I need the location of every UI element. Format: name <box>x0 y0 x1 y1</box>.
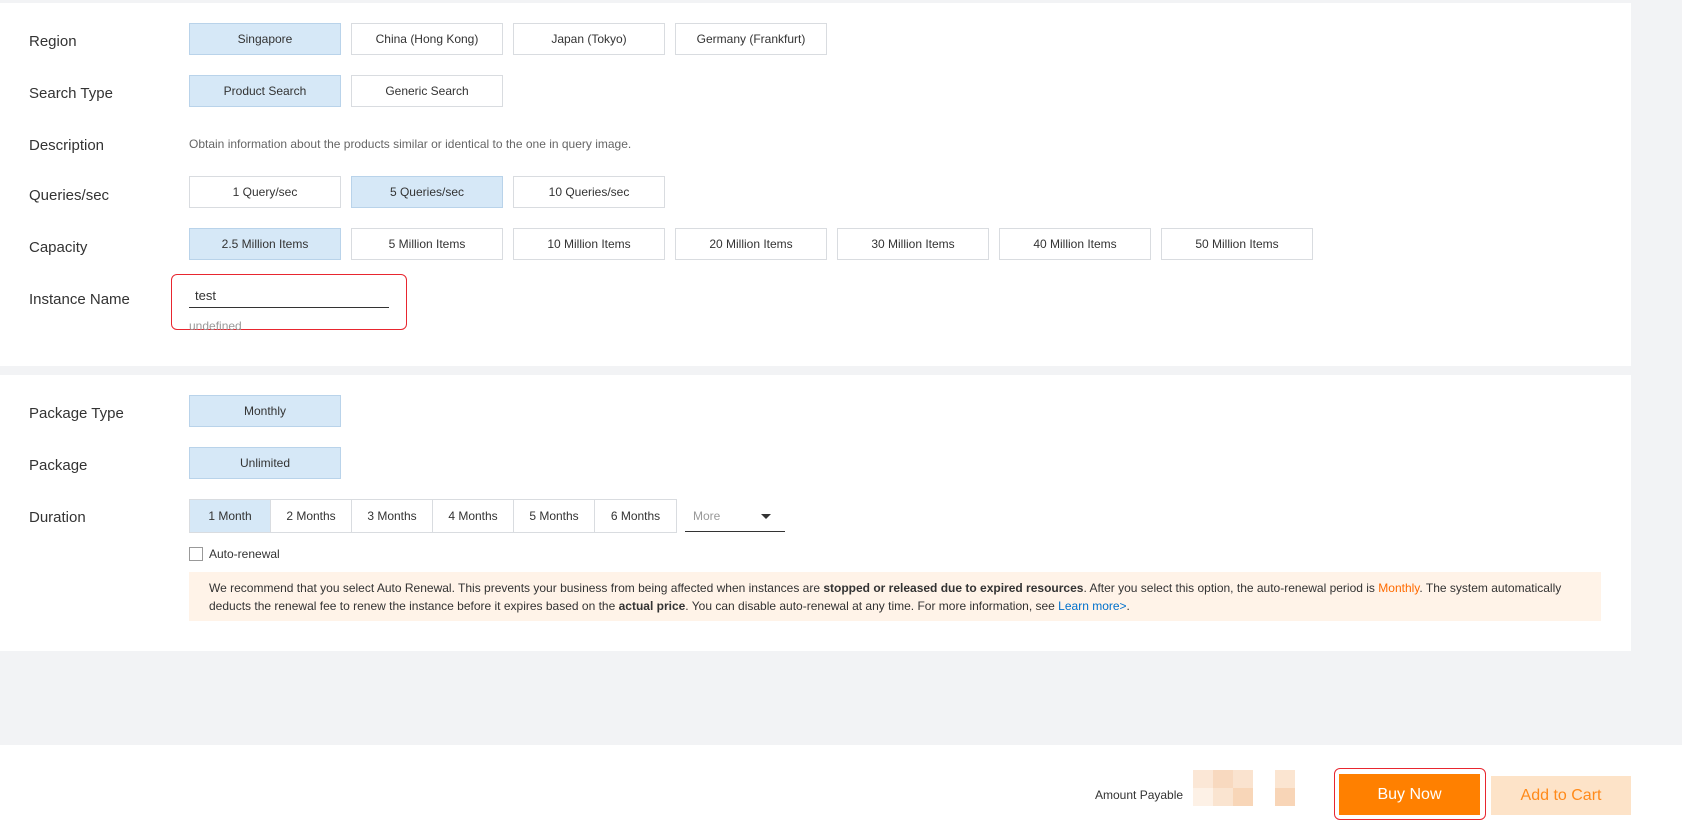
qps-option-5[interactable]: 5 Queries/sec <box>351 176 503 208</box>
region-option-tokyo[interactable]: Japan (Tokyo) <box>513 23 665 55</box>
package-unlimited[interactable]: Unlimited <box>189 447 341 479</box>
duration-2-months[interactable]: 2 Months <box>271 500 352 532</box>
region-option-frankfurt[interactable]: Germany (Frankfurt) <box>675 23 827 55</box>
duration-more-select[interactable]: More <box>685 500 785 532</box>
caret-down-icon <box>761 514 771 519</box>
duration-4-months[interactable]: 4 Months <box>433 500 514 532</box>
package-type-monthly[interactable]: Monthly <box>189 395 341 427</box>
description-text: Obtain information about the products si… <box>189 137 632 151</box>
package-label: Package <box>29 457 88 474</box>
more-select-placeholder: More <box>693 508 721 523</box>
instance-name-label: Instance Name <box>29 291 130 308</box>
instance-name-input[interactable] <box>189 284 389 308</box>
notice-text-4: . You can disable auto-renewal at any ti… <box>685 599 1059 613</box>
duration-1-month[interactable]: 1 Month <box>190 500 271 532</box>
search-type-label: Search Type <box>29 85 113 102</box>
add-to-cart-button[interactable]: Add to Cart <box>1491 776 1631 815</box>
region-option-hong-kong[interactable]: China (Hong Kong) <box>351 23 503 55</box>
notice-text-1: We recommend that you select Auto Renewa… <box>209 581 824 595</box>
qps-option-10[interactable]: 10 Queries/sec <box>513 176 665 208</box>
capacity-label: Capacity <box>29 239 88 256</box>
duration-3-months[interactable]: 3 Months <box>352 500 433 532</box>
region-label: Region <box>29 33 77 50</box>
duration-5-months[interactable]: 5 Months <box>514 500 595 532</box>
auto-renewal-row: Auto-renewal <box>189 547 280 561</box>
auto-renewal-checkbox[interactable] <box>189 547 203 561</box>
search-type-product[interactable]: Product Search <box>189 75 341 107</box>
notice-text-2: . After you select this option, the auto… <box>1083 581 1379 595</box>
capacity-option-10m[interactable]: 10 Million Items <box>513 228 665 260</box>
notice-bold-1: stopped or released due to expired resou… <box>823 581 1084 595</box>
package-type-label: Package Type <box>29 405 124 422</box>
qps-label: Queries/sec <box>29 187 110 204</box>
region-option-singapore[interactable]: Singapore <box>189 23 341 55</box>
amount-payable-value <box>1193 770 1297 806</box>
capacity-option-30m[interactable]: 30 Million Items <box>837 228 989 260</box>
description-label: Description <box>29 137 105 154</box>
notice-period: Monthly <box>1378 581 1420 595</box>
capacity-option-40m[interactable]: 40 Million Items <box>999 228 1151 260</box>
amount-payable-label: Amount Payable <box>1095 788 1184 802</box>
auto-renewal-label[interactable]: Auto-renewal <box>209 547 280 561</box>
capacity-option-50m[interactable]: 50 Million Items <box>1161 228 1313 260</box>
auto-renewal-notice: We recommend that you select Auto Renewa… <box>189 572 1601 621</box>
capacity-option-20m[interactable]: 20 Million Items <box>675 228 827 260</box>
duration-6-months[interactable]: 6 Months <box>595 500 676 532</box>
capacity-option-5m[interactable]: 5 Million Items <box>351 228 503 260</box>
duration-label: Duration <box>29 509 86 526</box>
capacity-option-2-5m[interactable]: 2.5 Million Items <box>189 228 341 260</box>
notice-text-5: . <box>1126 599 1130 613</box>
qps-option-1[interactable]: 1 Query/sec <box>189 176 341 208</box>
duration-options: 1 Month 2 Months 3 Months 4 Months 5 Mon… <box>189 499 677 533</box>
notice-bold-2: actual price <box>618 599 686 613</box>
buy-now-button[interactable]: Buy Now <box>1339 774 1480 815</box>
search-type-generic[interactable]: Generic Search <box>351 75 503 107</box>
instance-name-hint: undefined <box>189 319 242 333</box>
learn-more-link[interactable]: Learn more> <box>1058 599 1126 613</box>
